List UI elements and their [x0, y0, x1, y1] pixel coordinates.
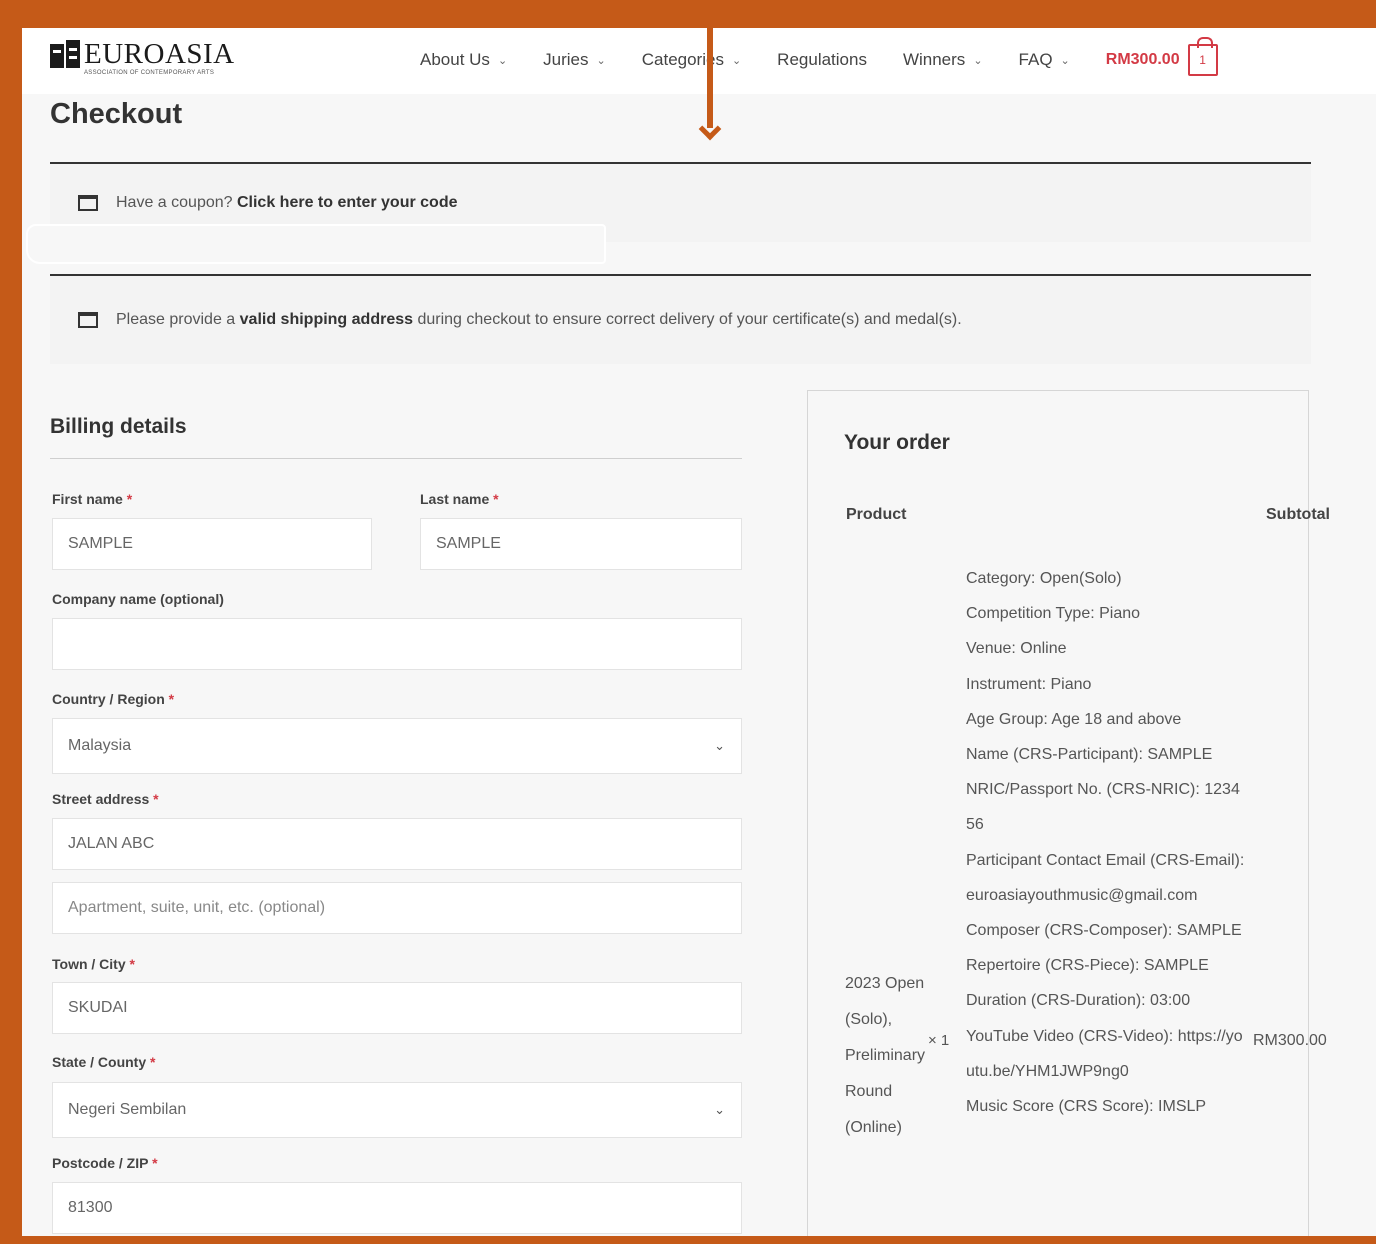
shipping-text-prefix: Please provide a — [116, 311, 236, 328]
logo-emblem-icon — [50, 40, 80, 68]
street-address-value: JALAN ABC — [68, 835, 155, 852]
chevron-down-icon: ⌄ — [714, 1102, 725, 1117]
nav-item-label: About Us — [420, 50, 490, 69]
nav-item-faq[interactable]: FAQ ⌄ — [1019, 50, 1070, 70]
last-name-value: SAMPLE — [436, 535, 501, 552]
page-title: Checkout — [50, 98, 183, 130]
product-meta-item: Name (CRS-Participant): SAMPLE — [966, 746, 1213, 764]
arrow-down-icon — [698, 117, 722, 141]
annotation-arrow-shaft — [707, 28, 713, 128]
city-value: SKUDAI — [68, 999, 128, 1016]
site-header: EUROASIA ASSOCIATION OF CONTEMPORARY ART… — [22, 28, 1376, 94]
chevron-down-icon: ⌄ — [731, 54, 742, 67]
cart-total: RM300.00 — [1105, 51, 1180, 68]
nav-item-juries[interactable]: Juries ⌄ — [543, 50, 606, 70]
coupon-text: Have a coupon? — [116, 194, 233, 211]
window-icon — [78, 195, 98, 211]
state-select[interactable]: Negeri Sembilan ⌄ — [52, 1082, 742, 1138]
first-name-field[interactable]: SAMPLE — [52, 518, 372, 570]
nav-item-label: Regulations — [777, 50, 867, 69]
product-column-header: Product — [846, 506, 907, 523]
country-label: Country / Region * — [52, 691, 175, 707]
subtotal-column-header: Subtotal — [1266, 506, 1330, 523]
site-logo[interactable]: EUROASIA ASSOCIATION OF CONTEMPORARY ART… — [50, 38, 270, 82]
billing-title: Billing details — [50, 415, 187, 438]
postcode-label: Postcode / ZIP * — [52, 1155, 158, 1171]
nav-item-regulations[interactable]: Regulations — [777, 50, 867, 70]
nav-item-label: FAQ — [1018, 50, 1053, 69]
company-name-label: Company name (optional) — [52, 591, 224, 607]
order-review-panel: Your order Product Subtotal 2023 Open (S… — [807, 390, 1330, 1236]
product-meta-item: Music Score (CRS Score): IMSLP — [966, 1098, 1207, 1116]
chevron-down-icon: ⌄ — [973, 54, 983, 67]
nav-item-winners[interactable]: Winners ⌄ — [903, 50, 983, 70]
nav-item-about-us[interactable]: About Us ⌄ — [420, 50, 507, 70]
page-frame: EUROASIA ASSOCIATION OF CONTEMPORARY ART… — [22, 28, 1376, 1236]
apartment-field[interactable]: Apartment, suite, unit, etc. (optional) — [52, 882, 742, 934]
nav-item-categories[interactable]: Categories ⌄ — [642, 50, 741, 70]
apartment-placeholder: Apartment, suite, unit, etc. (optional) — [68, 899, 326, 916]
country-select[interactable]: Malaysia ⌄ — [52, 718, 742, 774]
redaction-scribble — [26, 224, 606, 264]
chevron-down-icon: ⌄ — [714, 738, 725, 753]
logo-wordmark: EUROASIA — [84, 38, 235, 70]
last-name-field[interactable]: SAMPLE — [420, 518, 742, 570]
last-name-label: Last name * — [420, 491, 499, 507]
product-meta-item: Competition Type: Piano — [966, 605, 1141, 623]
first-name-value: SAMPLE — [68, 535, 133, 552]
state-value: Negeri Sembilan — [68, 1101, 187, 1118]
city-field[interactable]: SKUDAI — [52, 982, 742, 1034]
cart-button[interactable]: RM300.00 1 — [1105, 37, 1218, 76]
postcode-field[interactable]: 81300 — [52, 1182, 742, 1234]
chevron-down-icon: ⌄ — [497, 54, 508, 67]
shipping-text-suffix: during checkout to ensure correct delive… — [417, 311, 962, 328]
country-value: Malaysia — [68, 737, 132, 754]
product-meta-item: Composer (CRS-Composer): SAMPLE — [966, 922, 1242, 940]
nav-item-label: Winners — [902, 50, 966, 69]
city-label: Town / City * — [52, 956, 135, 972]
logo-tagline: ASSOCIATION OF CONTEMPORARY ARTS — [84, 70, 215, 76]
shipping-notice: Please provide a valid shipping address … — [50, 274, 1311, 364]
chevron-down-icon: ⌄ — [596, 54, 606, 67]
divider — [50, 458, 742, 459]
shopping-bag-icon: 1 — [1187, 37, 1218, 76]
company-name-field[interactable] — [52, 618, 742, 670]
product-quantity: × 1 — [928, 1032, 950, 1049]
postcode-value: 81300 — [68, 1199, 113, 1216]
order-title: Your order — [844, 431, 950, 454]
product-meta-item: Duration (CRS-Duration): 03:00 — [966, 992, 1191, 1010]
state-label: State / County * — [52, 1054, 156, 1070]
first-name-label: First name * — [52, 491, 133, 507]
street-address-field[interactable]: JALAN ABC — [52, 818, 742, 870]
street-address-label: Street address * — [52, 791, 159, 807]
shipping-text-bold: valid shipping address — [239, 311, 414, 328]
product-meta-item: Instrument: Piano — [966, 675, 1092, 693]
product-meta-list: Category: Open(Solo) Competition Type: P… — [966, 561, 1248, 1124]
chevron-down-icon: ⌄ — [1060, 54, 1070, 67]
product-meta-item: YouTube Video (CRS-Video): https://youtu… — [966, 1027, 1243, 1080]
product-meta-item: Participant Contact Email (CRS-Email): e… — [966, 851, 1245, 904]
product-meta-item: NRIC/Passport No. (CRS-NRIC): 123456 — [966, 781, 1240, 834]
cart-count-badge: 1 — [1199, 53, 1206, 67]
main-nav: About Us ⌄ Juries ⌄ Categories ⌄ Regulat… — [420, 37, 1218, 76]
product-meta-item: Repertoire (CRS-Piece): SAMPLE — [966, 957, 1209, 975]
nav-item-label: Juries — [543, 50, 589, 69]
product-meta-item: Venue: Online — [966, 640, 1067, 658]
product-name: 2023 Open (Solo), Preliminary Round (Onl… — [845, 975, 926, 1136]
coupon-link[interactable]: Click here to enter your code — [237, 194, 458, 212]
product-subtotal: RM300.00 — [1253, 1032, 1327, 1049]
product-meta-item: Age Group: Age 18 and above — [966, 710, 1182, 728]
window-icon — [78, 312, 98, 328]
product-meta-item: Category: Open(Solo) — [966, 570, 1122, 587]
